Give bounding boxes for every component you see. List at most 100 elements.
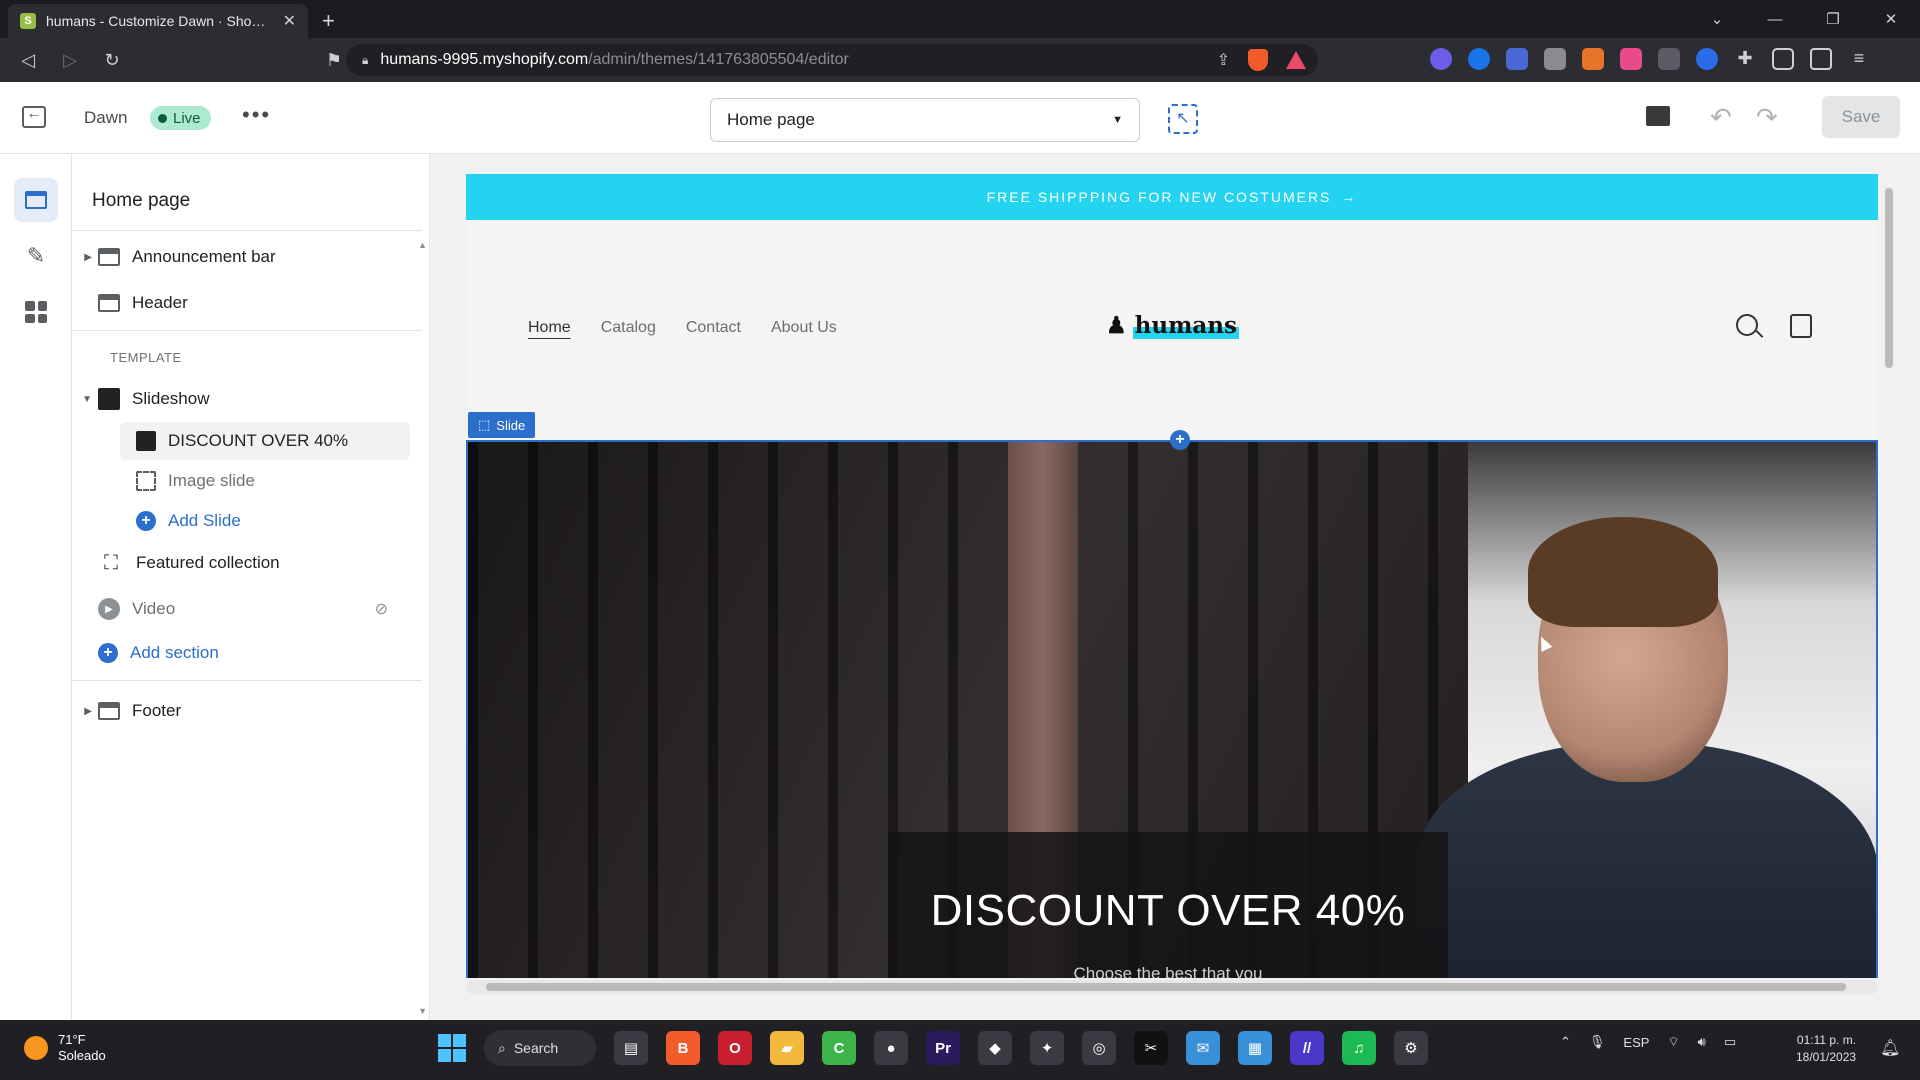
microphone-icon[interactable]: 🎙︎ (1589, 1034, 1606, 1050)
capcut-icon[interactable]: ✂ (1134, 1031, 1168, 1065)
extension-icon[interactable] (1430, 48, 1452, 70)
brave-rewards-icon[interactable] (1286, 51, 1306, 69)
taskbar-search[interactable]: ⌕ Search (484, 1030, 596, 1066)
bookmark-icon[interactable]: ⚑ (320, 50, 348, 71)
eye-hidden-icon[interactable]: ⊘ (375, 599, 388, 619)
preview-horizontal-scrollbar[interactable] (466, 980, 1878, 994)
app-embeds-tab[interactable] (14, 290, 58, 334)
section-label: Footer (132, 701, 182, 720)
section-slideshow[interactable]: ▼ Slideshow (72, 380, 412, 418)
forward-icon[interactable]: ▷ (56, 50, 84, 71)
hero-slide[interactable]: DISCOUNT OVER 40% Choose the best that y… (466, 440, 1878, 978)
back-icon[interactable]: ◁ (14, 50, 42, 71)
more-actions-button[interactable]: ••• (242, 102, 271, 128)
desktop-preview-icon[interactable] (1646, 106, 1670, 126)
menu-icon[interactable]: ≡ (1848, 48, 1870, 70)
announcement-bar[interactable]: FREE SHIPPPING FOR NEW COSTUMERS → (466, 174, 1878, 220)
close-tab-icon[interactable]: ✕ (283, 11, 296, 31)
section-featured-collection[interactable]: ⛶ Featured collection (72, 544, 412, 582)
extension-icon[interactable] (1658, 48, 1680, 70)
inspector-select-icon[interactable]: ↖ (1168, 104, 1198, 134)
obs-icon[interactable]: ● (874, 1031, 908, 1065)
wallet-icon[interactable] (1810, 48, 1832, 70)
close-window-icon[interactable]: ✕ (1862, 10, 1920, 28)
brave-icon[interactable]: B (666, 1031, 700, 1065)
lock-icon: 🔒︎ (362, 52, 369, 67)
preview-vertical-scrollbar[interactable] (1884, 178, 1894, 978)
brave-shield-icon[interactable] (1248, 49, 1268, 71)
undo-icon[interactable]: ↶ (1710, 102, 1732, 133)
after-effects-icon[interactable]: // (1290, 1031, 1324, 1065)
metamask-icon[interactable] (1582, 48, 1604, 70)
weather-widget[interactable]: 71°F Soleado (24, 1032, 106, 1064)
store-logo[interactable]: ♟ humans (1106, 312, 1239, 339)
spotify-icon[interactable]: ♫ (1342, 1031, 1376, 1065)
sidebar-icon[interactable] (1772, 48, 1794, 70)
search-icon[interactable] (1736, 314, 1758, 336)
header-icon (98, 294, 120, 312)
share-icon[interactable]: ⇪ (1217, 50, 1230, 70)
editor-left-rail: ✎ (0, 154, 72, 1020)
settings-icon[interactable]: ⚙ (1394, 1031, 1428, 1065)
folder-icon[interactable]: ▰ (770, 1031, 804, 1065)
premiere-icon[interactable]: Pr (926, 1031, 960, 1065)
section-header[interactable]: Header (72, 284, 412, 322)
chrome-icon[interactable]: ◎ (1082, 1031, 1116, 1065)
block-image-slide[interactable]: Image slide (120, 462, 410, 500)
caret-right-icon[interactable]: ▶ (72, 706, 98, 717)
windows-start-icon[interactable] (438, 1034, 466, 1062)
caret-right-icon[interactable]: ▶ (72, 252, 98, 263)
store-icon[interactable]: ▦ (1238, 1031, 1272, 1065)
scroll-down-icon[interactable]: ▼ (418, 1006, 427, 1016)
caret-down-icon[interactable]: ▼ (72, 394, 98, 405)
extension-icon[interactable] (1620, 48, 1642, 70)
davinci-icon[interactable]: ✦ (1030, 1031, 1064, 1065)
nav-link-contact[interactable]: Contact (686, 319, 741, 337)
sections-tab[interactable] (14, 178, 58, 222)
camtasia-icon[interactable]: C (822, 1031, 856, 1065)
section-announcement-bar[interactable]: ▶ Announcement bar (72, 238, 412, 276)
browser-tab[interactable]: S humans - Customize Dawn · Shopify ✕ (8, 4, 308, 38)
section-footer[interactable]: ▶ Footer (72, 692, 412, 730)
tab-search-icon[interactable]: ⌄ (1688, 10, 1746, 28)
exit-icon[interactable] (22, 105, 46, 128)
extension-icon[interactable] (1544, 48, 1566, 70)
section-video[interactable]: ▶ Video ⊘ (72, 590, 412, 628)
puzzle-icon[interactable]: ✚ (1734, 48, 1756, 70)
notifications-icon[interactable]: 🔔︎ (1880, 1038, 1900, 1058)
page-selector[interactable]: Home page ▼ (710, 98, 1140, 142)
battery-icon[interactable]: ▭ (1724, 1034, 1736, 1050)
nav-link-about[interactable]: About Us (771, 319, 837, 337)
volume-icon[interactable]: 🔊︎ (1698, 1034, 1706, 1050)
scrollbar-thumb[interactable] (1885, 188, 1893, 368)
chevron-up-icon[interactable]: ⌃ (1560, 1034, 1571, 1050)
opera-icon[interactable]: O (718, 1031, 752, 1065)
url-bar[interactable]: 🔒︎ humans-9995.myshopify.com/admin/theme… (346, 44, 1318, 76)
nvidia-icon[interactable]: ◆ (978, 1031, 1012, 1065)
nav-link-catalog[interactable]: Catalog (601, 319, 656, 337)
extension-icon[interactable] (1468, 48, 1490, 70)
translate-icon[interactable] (1506, 48, 1528, 70)
taskbar-clock[interactable]: 01:11 p. m. 18/01/2023 (1796, 1032, 1856, 1066)
save-button[interactable]: Save (1822, 96, 1900, 138)
announcement-text: FREE SHIPPPING FOR NEW COSTUMERS (986, 189, 1332, 205)
nav-link-home[interactable]: Home (528, 319, 571, 337)
restore-icon[interactable]: ❐ (1804, 10, 1862, 28)
file-explorer-icon[interactable]: ▤ (614, 1031, 648, 1065)
add-slide-button[interactable]: + Add Slide (120, 502, 410, 540)
redo-icon[interactable]: ↷ (1756, 102, 1778, 133)
extension-icon[interactable] (1696, 48, 1718, 70)
theme-settings-tab[interactable]: ✎ (14, 234, 58, 278)
block-discount-slide[interactable]: DISCOUNT OVER 40% (120, 422, 410, 460)
mail-icon[interactable]: ✉ (1186, 1031, 1220, 1065)
scroll-up-icon[interactable]: ▲ (418, 240, 427, 250)
wifi-icon[interactable]: ⌔ (1667, 1034, 1679, 1050)
scrollbar-thumb[interactable] (486, 983, 1846, 991)
minimize-icon[interactable]: — (1746, 11, 1804, 28)
cart-icon[interactable] (1790, 314, 1812, 338)
add-block-handle-icon[interactable]: + (1170, 430, 1190, 450)
reload-icon[interactable]: ↻ (98, 50, 126, 71)
new-tab-button[interactable]: + (322, 4, 335, 38)
add-section-button[interactable]: + Add section (72, 634, 412, 672)
language-indicator[interactable]: ESP (1623, 1035, 1649, 1050)
